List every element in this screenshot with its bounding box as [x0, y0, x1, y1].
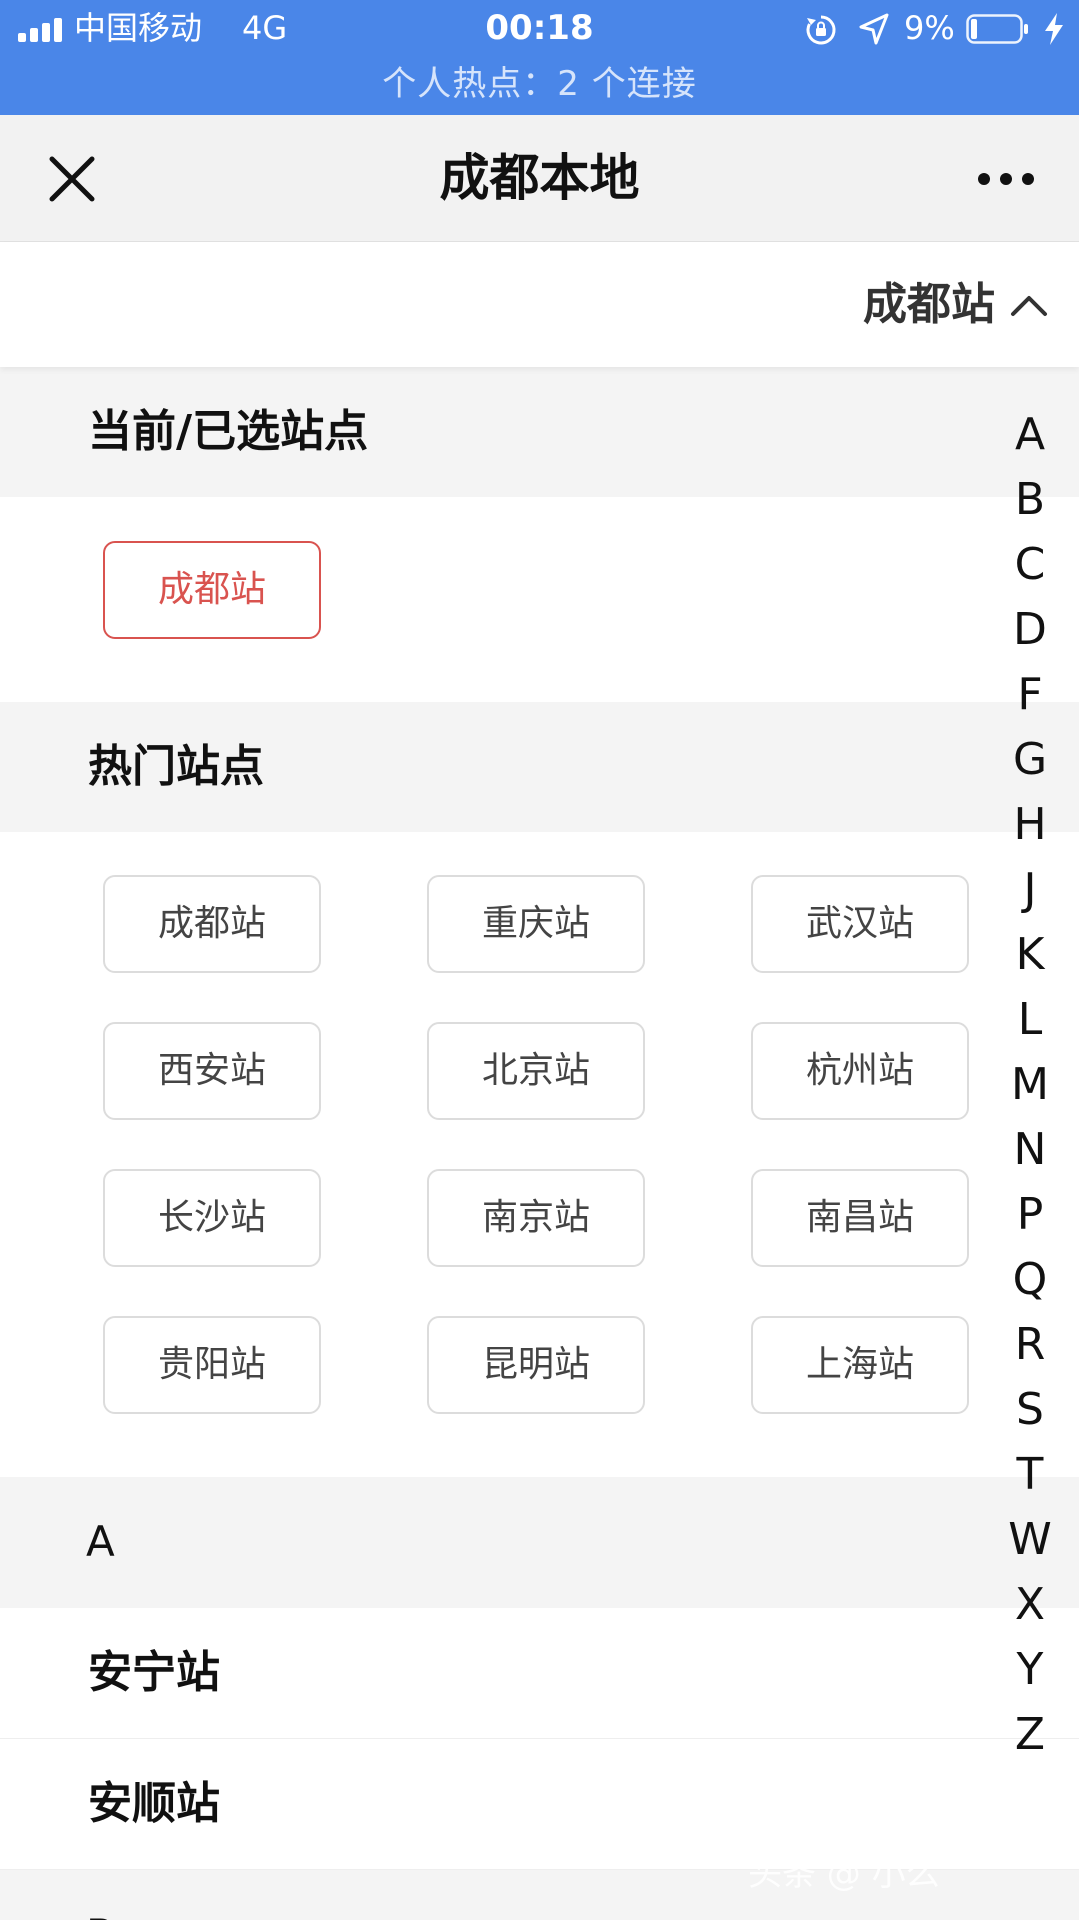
index-letter[interactable]: J: [1000, 863, 1060, 928]
station-row-label: 安宁站: [88, 1647, 220, 1698]
hot-station-chip[interactable]: 武汉站: [751, 875, 969, 973]
hot-section-title: 热门站点: [88, 741, 264, 792]
index-letter[interactable]: P: [1000, 1188, 1060, 1253]
index-letter[interactable]: X: [1000, 1578, 1060, 1643]
rotation-lock-icon: [806, 15, 836, 45]
letter-group-label: A: [86, 1517, 115, 1566]
station-list[interactable]: 当前/已选站点 成都站 热门站点 成都站 重庆站 武汉站 西安站 北京站 杭州站…: [0, 367, 1079, 1920]
hotspot-banner[interactable]: 个人热点：2 个连接: [0, 62, 1079, 106]
index-letter[interactable]: Q: [1000, 1253, 1060, 1318]
hot-station-chip[interactable]: 长沙站: [103, 1169, 321, 1267]
station-row-label: 安顺站: [88, 1778, 220, 1829]
nav-bar: 成都本地: [0, 115, 1079, 242]
hot-station-chip[interactable]: 北京站: [427, 1022, 645, 1120]
charging-bolt-icon: [1045, 13, 1063, 45]
letter-group-header-a: A: [0, 1477, 1079, 1608]
index-letter[interactable]: T: [1000, 1448, 1060, 1513]
index-letter[interactable]: M: [1000, 1058, 1060, 1123]
location-arrow-icon: [859, 13, 889, 45]
current-station-label: 成都站: [863, 279, 995, 330]
current-section-title: 当前/已选站点: [88, 406, 369, 457]
more-button[interactable]: [962, 153, 1050, 203]
more-dots-icon: [978, 173, 990, 185]
hot-station-chip[interactable]: 昆明站: [427, 1316, 645, 1414]
index-letter[interactable]: Y: [1000, 1643, 1060, 1708]
index-letter[interactable]: K: [1000, 928, 1060, 993]
hot-station-chip[interactable]: 西安站: [103, 1022, 321, 1120]
close-button[interactable]: [30, 143, 114, 213]
hot-station-chip[interactable]: 杭州站: [751, 1022, 969, 1120]
hot-station-chip[interactable]: 成都站: [103, 875, 321, 973]
alphabet-index[interactable]: A B C D F G H J K L M N P Q R S T W X Y …: [1000, 408, 1060, 1773]
close-icon: [49, 156, 95, 202]
station-row[interactable]: 安宁站: [0, 1608, 1079, 1739]
index-letter[interactable]: R: [1000, 1318, 1060, 1383]
selected-station-chip[interactable]: 成都站: [103, 541, 321, 639]
index-letter[interactable]: H: [1000, 798, 1060, 863]
status-row: 中国移动 4G 00:18 9%: [0, 0, 1079, 58]
hot-station-chip[interactable]: 贵阳站: [103, 1316, 321, 1414]
index-letter[interactable]: A: [1000, 408, 1060, 473]
index-letter[interactable]: L: [1000, 993, 1060, 1058]
index-letter[interactable]: C: [1000, 538, 1060, 603]
hot-station-chip[interactable]: 重庆站: [427, 875, 645, 973]
page-title: 成都本地: [439, 149, 640, 207]
index-letter[interactable]: Z: [1000, 1708, 1060, 1773]
index-letter[interactable]: W: [1000, 1513, 1060, 1578]
current-section-header: 当前/已选站点: [0, 367, 1079, 497]
hot-section-header: 热门站点: [0, 702, 1079, 832]
hot-station-chip[interactable]: 南昌站: [751, 1169, 969, 1267]
battery-icon: [966, 14, 1028, 44]
letter-group-label: B: [86, 1908, 115, 1920]
hot-station-chip[interactable]: 上海站: [751, 1316, 969, 1414]
index-letter[interactable]: N: [1000, 1123, 1060, 1188]
station-selector-header: 成都站: [0, 242, 1079, 367]
index-letter[interactable]: G: [1000, 733, 1060, 798]
index-letter[interactable]: D: [1000, 603, 1060, 668]
index-letter[interactable]: S: [1000, 1383, 1060, 1448]
watermark-text: 头条 @ 小么: [748, 1854, 940, 1894]
station-selector-toggle[interactable]: 成都站: [863, 270, 1049, 340]
index-letter[interactable]: B: [1000, 473, 1060, 538]
status-bar: 中国移动 4G 00:18 9% 个人热点：2 个连接: [0, 0, 1079, 115]
hot-station-chip[interactable]: 南京站: [427, 1169, 645, 1267]
chevron-up-icon: [1011, 296, 1047, 316]
index-letter[interactable]: F: [1000, 668, 1060, 733]
battery-percent: 9%: [904, 9, 955, 47]
